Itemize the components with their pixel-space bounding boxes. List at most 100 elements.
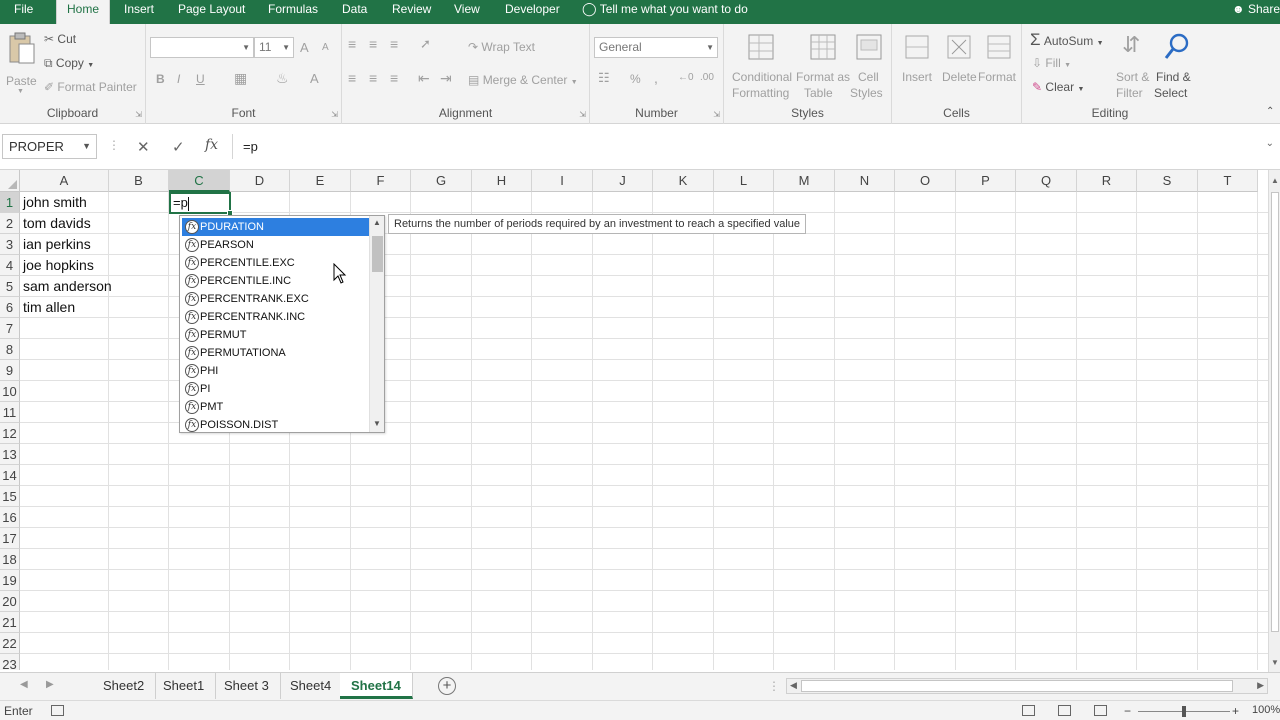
page-break-view-icon[interactable] [1094,705,1107,716]
sort-filter-button[interactable]: ⇵ Sort & Filter [1114,30,1154,100]
row-header-14[interactable]: 14 [0,465,20,486]
sheet-tab-sheet14[interactable]: Sheet14 [340,673,413,699]
font-launcher-icon[interactable]: ⇲ [331,110,338,119]
column-header-i[interactable]: I [532,170,593,192]
ribbon-tab-view[interactable]: View [444,0,490,24]
row-header-18[interactable]: 18 [0,549,20,570]
row-header-19[interactable]: 19 [0,570,20,591]
align-left-icon[interactable]: ≡ [348,70,356,86]
row-header-6[interactable]: 6 [0,297,20,318]
sheet-tab-sheet2[interactable]: Sheet2 [92,673,157,699]
decrease-decimal-icon[interactable]: .00 [700,72,714,83]
row-header-2[interactable]: 2 [0,213,20,234]
column-header-t[interactable]: T [1198,170,1258,192]
row-header-16[interactable]: 16 [0,507,20,528]
cancel-formula-button[interactable]: ✕ [137,138,150,156]
zoom-slider-thumb[interactable] [1182,706,1186,717]
insert-function-button[interactable]: fx [205,137,218,153]
autocomplete-item[interactable]: fx PERMUT [182,326,369,344]
align-bottom-icon[interactable]: ≡ [390,36,398,52]
column-header-b[interactable]: B [109,170,169,192]
italic-button[interactable]: I [177,72,180,86]
new-sheet-button[interactable]: + [438,677,456,695]
cell-a6[interactable]: tim allen [20,297,75,318]
format-as-table-button[interactable]: Format as Table [796,30,850,100]
scroll-down-icon[interactable]: ▼ [1271,658,1279,667]
fill-color-icon[interactable]: ♨ [276,70,289,87]
row-header-8[interactable]: 8 [0,339,20,360]
row-header-7[interactable]: 7 [0,318,20,339]
share-button[interactable]: ☻ Share [1232,0,1280,18]
ribbon-tab-page-layout[interactable]: Page Layout [168,0,255,24]
expand-formula-bar-icon[interactable]: ⌄ [1266,138,1274,149]
sheet-tab-sheet-3[interactable]: Sheet 3 [213,673,281,699]
borders-icon[interactable]: ▦ [234,70,247,87]
ribbon-tab-file[interactable]: File [4,0,43,24]
select-all-button[interactable] [0,170,20,192]
sheet-tab-sheet1[interactable]: Sheet1 [152,673,217,699]
cut-button[interactable]: ✂ Cut [44,32,76,46]
tab-split-grip-icon[interactable]: ⋮ [768,679,780,693]
column-header-m[interactable]: M [774,170,835,192]
alignment-launcher-icon[interactable]: ⇲ [579,110,586,119]
autocomplete-scroll-thumb[interactable] [372,236,383,272]
column-header-p[interactable]: P [956,170,1016,192]
column-header-n[interactable]: N [835,170,895,192]
row-header-20[interactable]: 20 [0,591,20,612]
row-header-11[interactable]: 11 [0,402,20,423]
format-cells-button[interactable]: Format [978,30,1020,100]
prev-sheet-icon[interactable]: ◀ [20,679,28,690]
increase-decimal-icon[interactable]: ←0 [678,72,694,83]
column-header-h[interactable]: H [472,170,532,192]
name-box[interactable]: PROPER ▼ [2,134,97,159]
bold-button[interactable]: B [156,72,165,86]
orientation-icon[interactable]: ➚ [420,36,431,52]
scroll-left-icon[interactable]: ◀ [790,680,797,691]
row-header-1[interactable]: 1 [0,192,20,213]
row-header-13[interactable]: 13 [0,444,20,465]
zoom-out-button[interactable]: − [1124,704,1131,718]
zoom-in-button[interactable]: + [1232,704,1239,718]
autocomplete-item[interactable]: fx PI [182,380,369,398]
delete-cells-button[interactable]: Delete [938,30,980,100]
cell-a2[interactable]: tom davids [20,213,91,234]
column-header-l[interactable]: L [714,170,774,192]
enter-formula-button[interactable]: ✓ [172,138,185,156]
conditional-formatting-button[interactable]: Conditional Formatting [728,30,794,100]
normal-view-icon[interactable] [1022,705,1035,716]
autocomplete-item[interactable]: fx PMT [182,398,369,416]
autocomplete-scrollbar[interactable]: ▲ ▼ [369,216,384,432]
row-header-15[interactable]: 15 [0,486,20,507]
column-header-r[interactable]: R [1077,170,1137,192]
row-header-4[interactable]: 4 [0,255,20,276]
horizontal-scrollbar[interactable]: ◀ ▶ [786,678,1268,694]
column-header-s[interactable]: S [1137,170,1198,192]
sheet-tab-sheet4[interactable]: Sheet4 [279,673,344,699]
ribbon-tab-formulas[interactable]: Formulas [258,0,328,24]
cell-a1[interactable]: john smith [20,192,87,213]
column-header-a[interactable]: A [20,170,109,192]
vertical-scrollbar[interactable]: ▲ ▼ [1268,170,1280,672]
align-right-icon[interactable]: ≡ [390,70,398,86]
column-header-o[interactable]: O [895,170,956,192]
cell-styles-button[interactable]: Cell Styles [848,30,890,100]
fill-button[interactable]: ⇩ Fill ▼ [1032,56,1071,70]
row-header-5[interactable]: 5 [0,276,20,297]
active-cell[interactable]: =p [169,192,233,216]
font-size-box[interactable]: 11 ▼ [254,37,294,58]
autocomplete-item[interactable]: fx PHI [182,362,369,380]
ribbon-tab-home[interactable]: Home [56,0,111,24]
cell-a5[interactable]: sam anderson [20,276,112,297]
comma-button[interactable]: , [654,70,658,86]
number-format-box[interactable]: General ▼ [594,37,718,58]
font-color-button[interactable]: A [310,71,319,86]
column-header-c[interactable]: C [169,170,230,192]
vertical-scroll-thumb[interactable] [1271,192,1279,632]
ribbon-tab-data[interactable]: Data [332,0,377,24]
function-autocomplete-list[interactable]: fx PDURATION fx PEARSON fx PERCENTILE.EXC fx PE… [179,215,385,433]
column-header-g[interactable]: G [411,170,472,192]
scroll-up-icon[interactable]: ▲ [1271,176,1279,185]
font-name-box[interactable]: ▼ [150,37,254,58]
scroll-up-icon[interactable]: ▲ [373,218,381,227]
clipboard-launcher-icon[interactable]: ⇲ [135,110,142,119]
